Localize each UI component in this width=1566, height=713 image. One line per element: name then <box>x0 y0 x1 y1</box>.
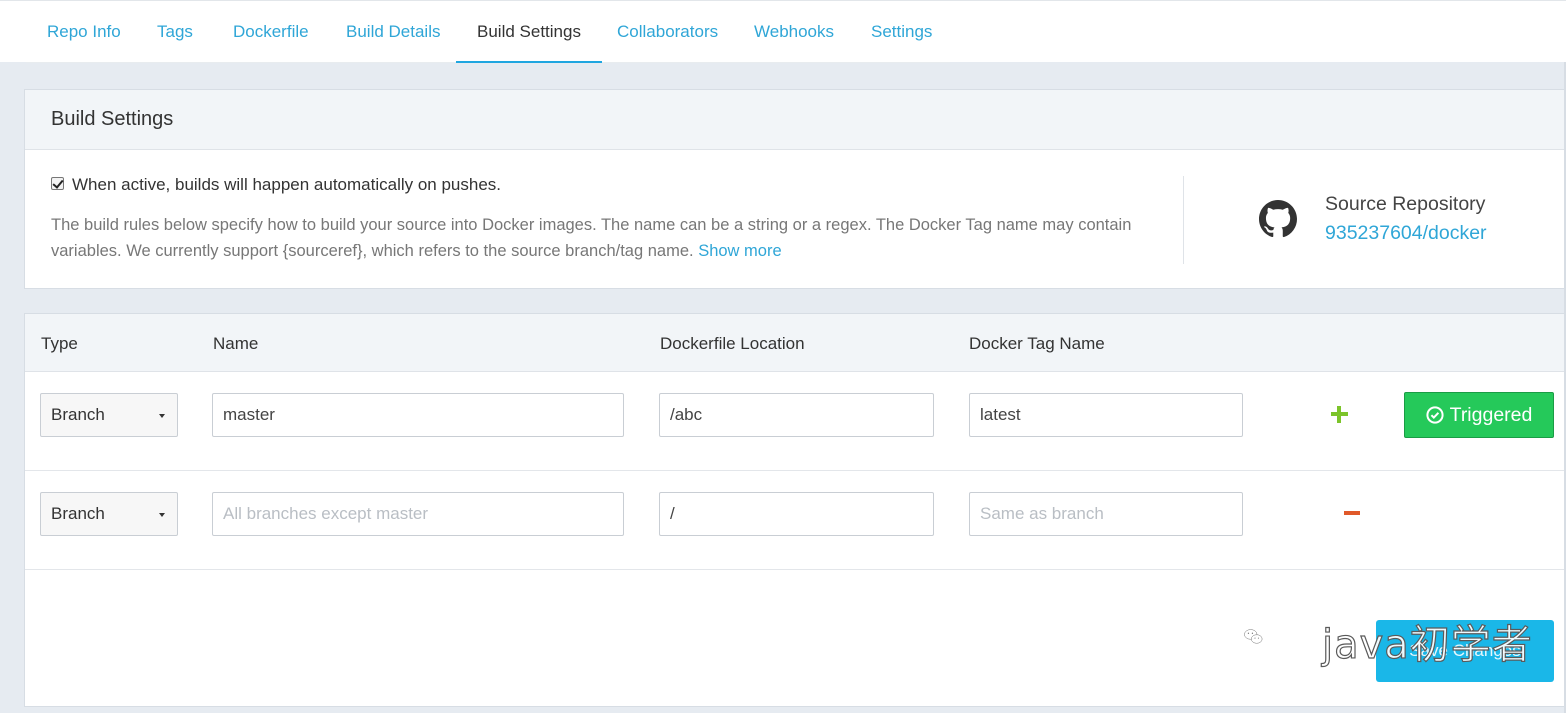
type-select[interactable]: Branch <box>40 492 178 536</box>
triggered-button[interactable]: Triggered <box>1404 392 1554 438</box>
autobuild-label: When active, builds will happen automati… <box>72 175 502 194</box>
minus-icon[interactable] <box>1344 511 1360 515</box>
triggered-label: Triggered <box>1449 403 1533 426</box>
github-icon <box>1259 200 1297 238</box>
docker-tag-input[interactable] <box>969 393 1243 437</box>
build-rule-row: Branch <box>25 471 1566 570</box>
tab-repo-info[interactable]: Repo Info <box>47 1 121 63</box>
tab-settings[interactable]: Settings <box>871 1 932 63</box>
caret-down-icon <box>159 513 165 517</box>
tab-tags[interactable]: Tags <box>157 1 193 63</box>
docker-tag-input[interactable] <box>969 492 1243 536</box>
tab-build-details[interactable]: Build Details <box>346 1 441 63</box>
tab-webhooks[interactable]: Webhooks <box>754 1 834 63</box>
build-rules-description: The build rules below specify how to bui… <box>51 212 1161 264</box>
type-select[interactable]: Branch <box>40 393 178 437</box>
tab-build-settings[interactable]: Build Settings <box>456 1 602 63</box>
repo-tab-bar: Repo Info Tags Dockerfile Build Details … <box>0 0 1566 63</box>
source-repository-link[interactable]: 935237604/docker <box>1325 222 1487 245</box>
description-text: The build rules below specify how to bui… <box>51 216 1132 260</box>
header-name: Name <box>213 334 259 353</box>
build-rule-row: Branch Triggered <box>25 372 1566 471</box>
rules-table-header: Type Name Dockerfile Location Docker Tag… <box>25 314 1566 372</box>
show-more-link[interactable]: Show more <box>698 242 781 260</box>
type-select-value: Branch <box>51 504 105 523</box>
autobuild-checkbox[interactable] <box>51 176 64 190</box>
plus-icon[interactable] <box>1331 406 1348 423</box>
autobuild-row: When active, builds will happen automati… <box>51 175 501 195</box>
source-name-input[interactable] <box>212 492 624 536</box>
tab-collaborators[interactable]: Collaborators <box>617 1 718 63</box>
build-settings-panel: Build Settings When active, builds will … <box>24 89 1566 289</box>
dockerfile-location-input[interactable] <box>659 492 934 536</box>
tab-dockerfile[interactable]: Dockerfile <box>233 1 309 63</box>
vertical-divider <box>1183 176 1184 264</box>
type-select-value: Branch <box>51 405 105 424</box>
caret-down-icon <box>159 414 165 418</box>
check-circle-icon <box>1426 406 1444 424</box>
panel-title: Build Settings <box>25 90 1566 150</box>
header-dockerfile-location: Dockerfile Location <box>660 334 805 353</box>
header-docker-tag-name: Docker Tag Name <box>969 334 1105 353</box>
dockerfile-location-input[interactable] <box>659 393 934 437</box>
source-repository-label: Source Repository <box>1325 193 1486 215</box>
header-type: Type <box>41 334 78 353</box>
source-name-input[interactable] <box>212 393 624 437</box>
watermark-text: java初学者 <box>1321 621 1533 668</box>
